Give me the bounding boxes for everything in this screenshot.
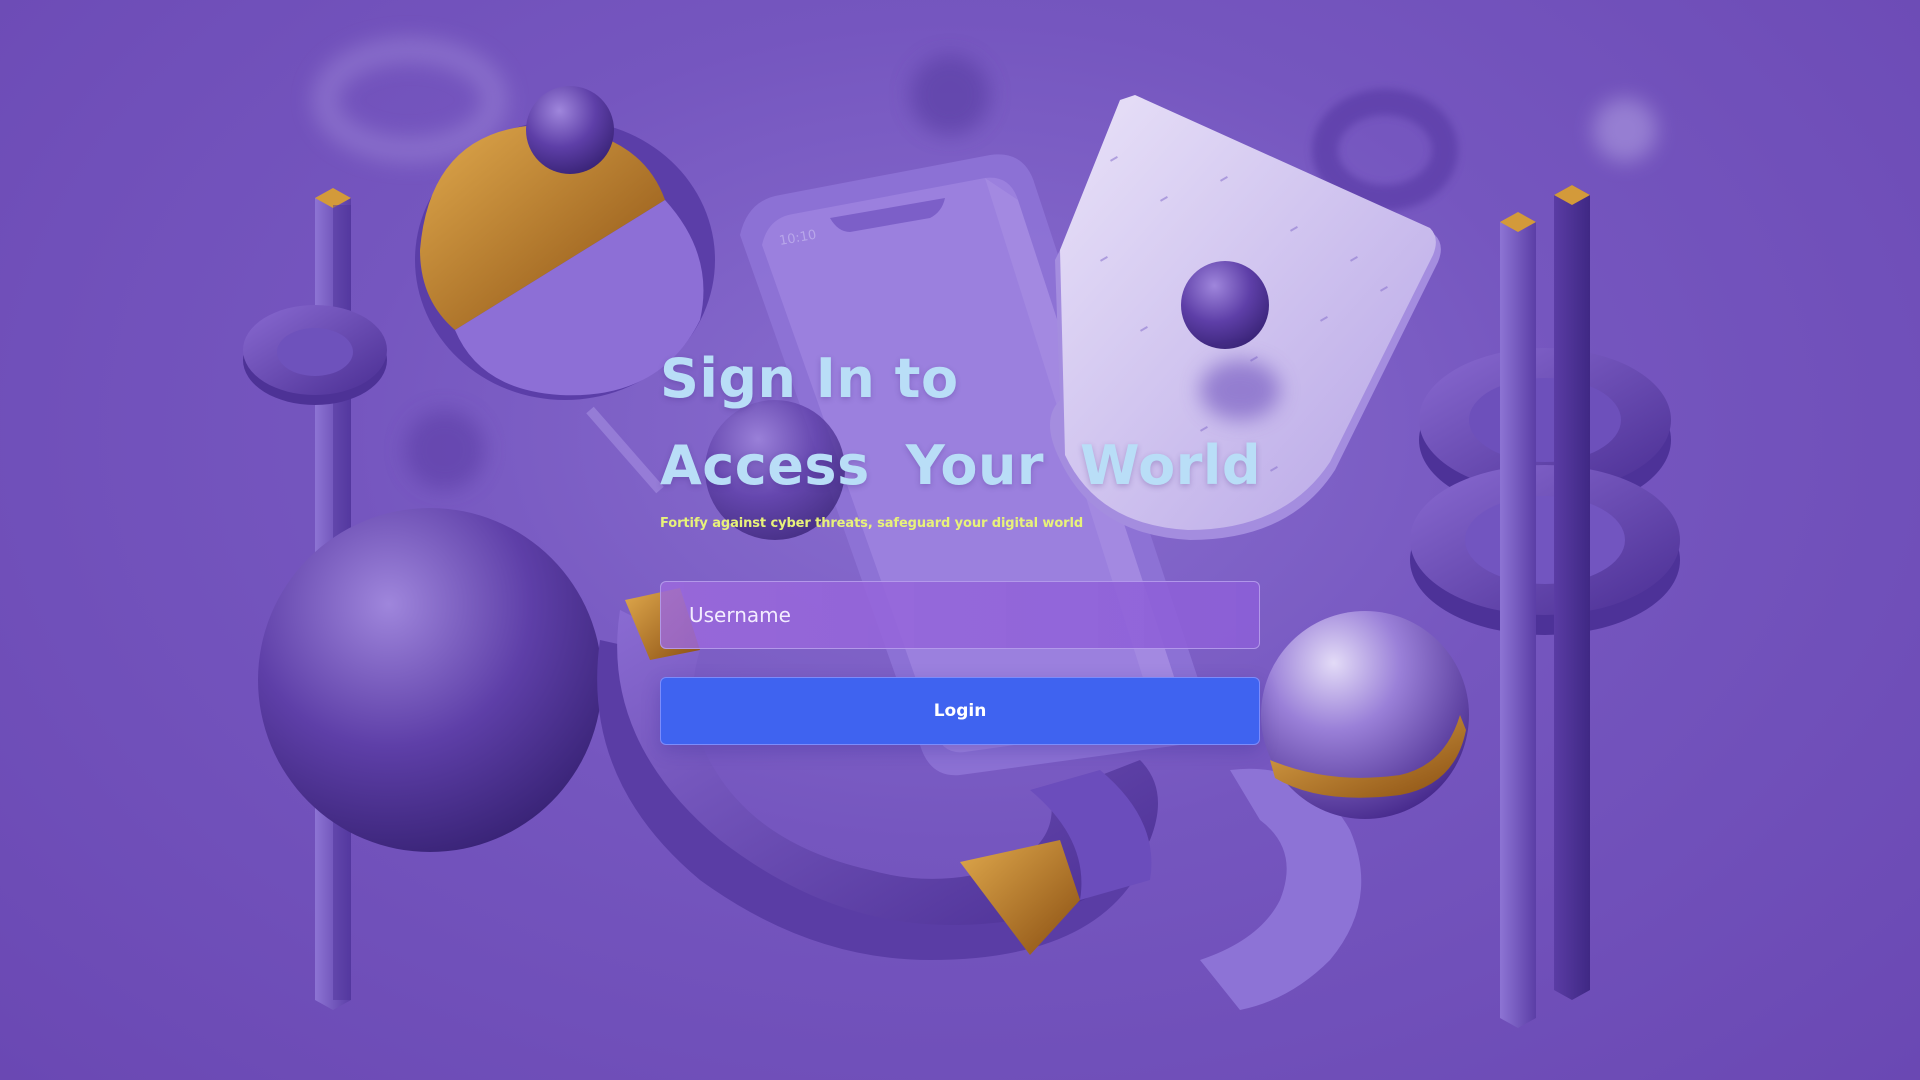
page-subtitle: Fortify against cyber threats, safeguard… [660, 516, 1084, 531]
title-sign-in: Sign In to [660, 347, 959, 410]
login-panel: Sign In to Access Your World Fortify aga… [660, 340, 1262, 745]
title-word-your: Your [905, 434, 1045, 497]
page-title-line-2: Access Your World [660, 418, 1262, 514]
page-title-line-1: Sign In to [660, 340, 1260, 418]
login-button[interactable]: Login [660, 677, 1260, 745]
title-word-access: Access [660, 434, 870, 497]
username-input[interactable] [660, 581, 1260, 649]
title-word-world: World [1080, 434, 1262, 497]
